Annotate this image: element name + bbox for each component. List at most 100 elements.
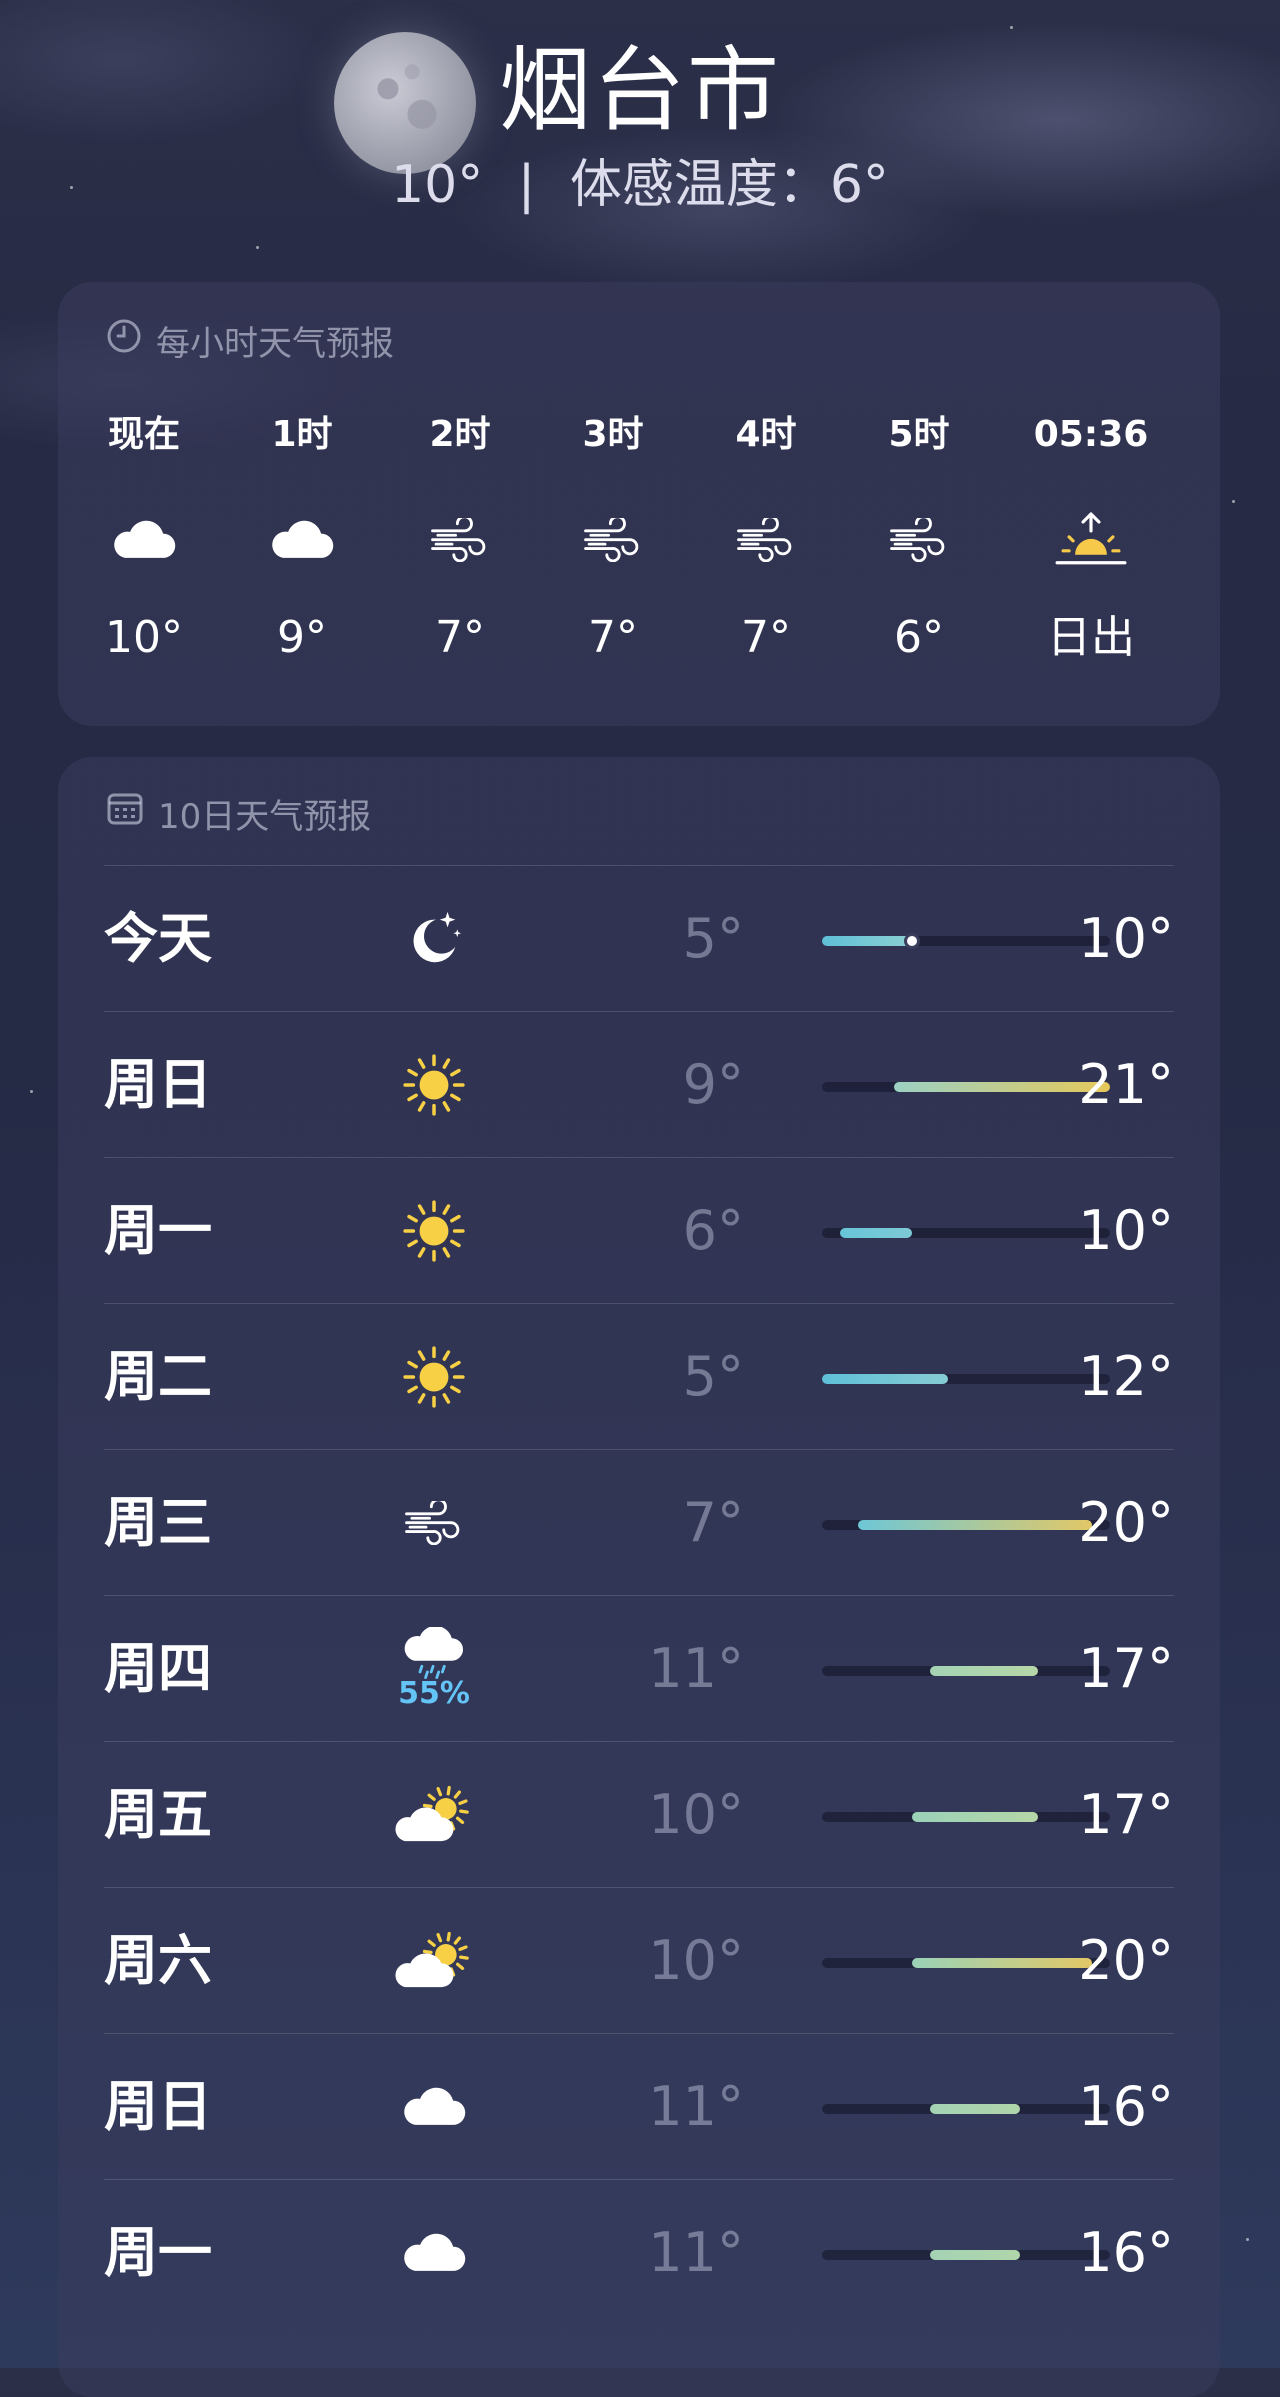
low-temp: 5° — [682, 1345, 744, 1408]
sunrise-icon — [1016, 500, 1166, 580]
temperature-range-fill — [912, 1958, 1092, 1968]
temperature-range-bar — [822, 1082, 1110, 1092]
low-temp: 10° — [648, 1929, 744, 1992]
cloud-icon — [227, 500, 377, 580]
daily-forecast-title: 10日天气预报 — [158, 797, 372, 837]
summary-separator: | — [517, 155, 536, 215]
temperature-range-fill — [840, 1228, 912, 1238]
daily-row[interactable]: 周一 11° 16° — [104, 2179, 1174, 2326]
low-temp: 6° — [682, 1199, 744, 1262]
hourly-time: 05:36 — [1033, 414, 1149, 455]
high-temp: 16° — [1078, 2075, 1174, 2138]
clock-icon — [106, 318, 142, 363]
day-name: 今天 — [104, 907, 212, 970]
hourly-temp: 7° — [435, 612, 485, 663]
cloud-icon — [374, 2180, 494, 2326]
day-name: 周五 — [104, 1783, 212, 1846]
low-temp: 11° — [648, 2075, 744, 2138]
daily-row[interactable]: 周日 11° 16° — [104, 2033, 1174, 2180]
day-name: 周一 — [104, 1199, 212, 1262]
city-name: 烟台市 — [498, 37, 781, 144]
temperature-range-fill — [930, 2104, 1020, 2114]
sun-icon — [374, 1304, 494, 1450]
star — [30, 1090, 33, 1093]
low-temp: 7° — [682, 1491, 744, 1554]
precipitation-chance: 55% — [398, 1675, 470, 1711]
sun-icon — [374, 1012, 494, 1158]
hourly-time: 2时 — [429, 414, 491, 455]
wind-icon — [538, 500, 688, 580]
high-temp: 20° — [1078, 1929, 1174, 1992]
high-temp: 10° — [1078, 1199, 1174, 1262]
hourly-time: 现在 — [107, 414, 180, 455]
wind-icon — [385, 500, 535, 580]
daily-row[interactable]: 周三 7° 20° — [104, 1449, 1174, 1596]
hourly-time: 3时 — [582, 414, 644, 455]
wind-icon — [691, 500, 841, 580]
day-name: 周二 — [104, 1345, 212, 1408]
temperature-range-bar — [822, 2250, 1110, 2260]
hourly-temp: 9° — [277, 612, 327, 663]
temperature-range-bar — [822, 1958, 1110, 1968]
star — [1246, 2238, 1249, 2241]
daily-row[interactable]: 周四 55% 11° 17° — [104, 1595, 1174, 1742]
hourly-time: 5时 — [888, 414, 950, 455]
temperature-range-bar — [822, 933, 1110, 949]
high-temp: 12° — [1078, 1345, 1174, 1408]
high-temp: 17° — [1078, 1637, 1174, 1700]
cloud-icon — [374, 2034, 494, 2180]
high-temp: 21° — [1078, 1053, 1174, 1116]
daily-row[interactable]: 周六 10° 20° — [104, 1887, 1174, 2034]
hourly-forecast-header: 每小时天气预报 — [106, 316, 394, 365]
daily-forecast-header: 10日天气预报 — [106, 789, 371, 838]
day-name: 周日 — [104, 1053, 212, 1116]
temperature-range-fill — [930, 1666, 1038, 1676]
temperature-range-bar — [822, 1812, 1110, 1822]
partly-cloudy-icon — [374, 1742, 494, 1888]
daily-forecast-card[interactable]: 10日天气预报 今天 5° 10° 周日 9° 21° 周一 6° 10° 周二 5° 12° 周三 7°… — [58, 757, 1220, 2397]
daily-row[interactable]: 周五 10° 17° — [104, 1741, 1174, 1888]
low-temp: 10° — [648, 1783, 744, 1846]
low-temp: 5° — [682, 907, 744, 970]
partly-cloudy-icon — [374, 1888, 494, 2034]
hourly-time: 4时 — [735, 414, 797, 455]
temperature-range-bar — [822, 1228, 1110, 1238]
high-temp: 16° — [1078, 2221, 1174, 2284]
low-temp: 9° — [682, 1053, 744, 1116]
hourly-temp: 日出 — [1047, 612, 1135, 663]
hourly-item: 4时 7° — [691, 410, 841, 668]
day-name: 周日 — [104, 2075, 212, 2138]
high-temp: 10° — [1078, 907, 1174, 970]
current-temp-indicator — [904, 933, 920, 949]
temperature-range-fill — [822, 1374, 948, 1384]
hourly-forecast-title: 每小时天气预报 — [156, 324, 394, 364]
temperature-range-bar — [822, 1520, 1110, 1530]
temperature-range-fill — [822, 936, 912, 946]
sun-icon — [374, 1158, 494, 1304]
daily-row[interactable]: 今天 5° 10° — [104, 865, 1174, 1012]
cloud-icon — [69, 500, 219, 580]
daily-row[interactable]: 周二 5° 12° — [104, 1303, 1174, 1450]
hourly-temp: 6° — [894, 612, 944, 663]
hourly-item: 05:36 日出 — [1016, 410, 1166, 668]
temperature-range-bar — [822, 1666, 1110, 1676]
temperature-range-fill — [912, 1812, 1038, 1822]
moon-icon — [374, 866, 494, 1012]
cloud-rain-icon: 55% — [374, 1596, 494, 1742]
temperature-range-fill — [858, 1520, 1092, 1530]
daily-row[interactable]: 周日 9° 21° — [104, 1011, 1174, 1158]
hourly-temp: 7° — [741, 612, 791, 663]
daily-row[interactable]: 周一 6° 10° — [104, 1157, 1174, 1304]
day-name: 周六 — [104, 1929, 212, 1992]
hourly-temp: 7° — [588, 612, 638, 663]
day-name: 周三 — [104, 1491, 212, 1554]
hourly-item: 5时 6° — [844, 410, 994, 668]
wind-icon — [844, 500, 994, 580]
hourly-forecast-card[interactable]: 每小时天气预报 现在 10° 1时 9° 2时 7° 3时 7° 4时 7° 5时 6° 05:36 日出 — [58, 282, 1220, 726]
hourly-item: 现在 10° — [69, 410, 219, 668]
hourly-time: 1时 — [271, 414, 333, 455]
calendar-icon — [106, 791, 144, 836]
temperature-range-bar — [822, 2104, 1110, 2114]
temperature-range-fill — [930, 2250, 1020, 2260]
current-summary: 10° | 体感温度：6° — [0, 150, 1280, 220]
